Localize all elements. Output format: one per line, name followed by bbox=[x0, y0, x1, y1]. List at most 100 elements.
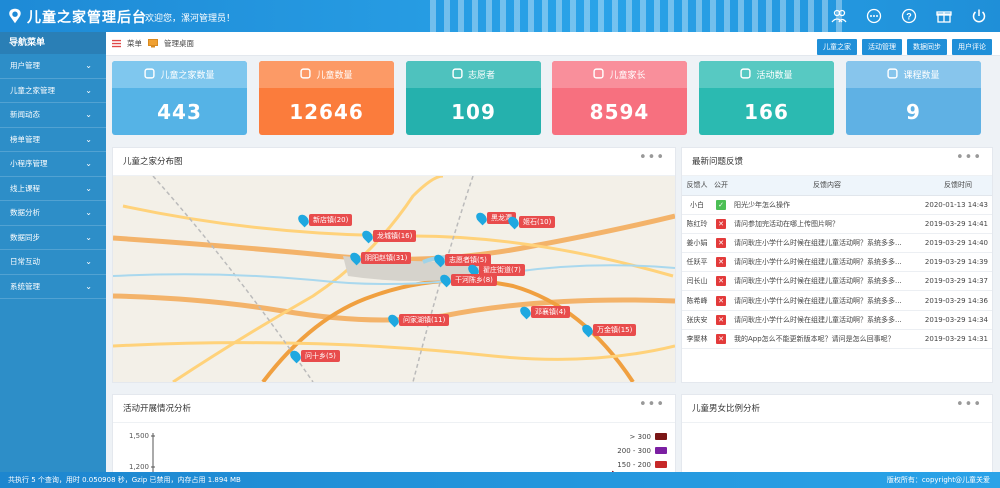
chevron-down-icon: ⌄ bbox=[85, 61, 92, 70]
more-icon[interactable]: ••• bbox=[956, 397, 982, 412]
sidebar-item[interactable]: 小程序管理 ⌄ bbox=[0, 152, 106, 177]
map-marker[interactable]: 问十乡(5) bbox=[288, 348, 340, 364]
chevron-down-icon: ⌄ bbox=[85, 208, 92, 217]
table-row[interactable]: 李聚林 ✕ 我的App怎么不能更新版本呢？请问是怎么回事呢？ 2019-03-29 1… bbox=[682, 329, 992, 350]
feedback-content[interactable]: 请问耿庄小学什么时候在组建儿童活动啊？系统多多... bbox=[730, 233, 924, 254]
sidebar-item[interactable]: 日常互动 ⌄ bbox=[0, 250, 106, 275]
column-header[interactable]: 公开 bbox=[712, 176, 730, 196]
feedback-user: 陈红玲 bbox=[682, 214, 712, 234]
toolbar-button[interactable]: 活动管理 bbox=[862, 39, 902, 55]
menu-icon[interactable] bbox=[112, 39, 121, 48]
feedback-time: 2019-03-29 14:34 bbox=[924, 310, 992, 330]
stat-card[interactable]: 儿童之家数量 443 bbox=[112, 61, 247, 135]
stat-label: 儿童之家数量 bbox=[160, 71, 215, 81]
chat-icon bbox=[452, 67, 463, 82]
chat-icon[interactable] bbox=[865, 7, 883, 25]
table-row[interactable]: 张庆安 ✕ 请问耿庄小学什么时候在组建儿童活动啊？系统多多... 2019-03-29… bbox=[682, 310, 992, 330]
map-marker-label: 万金镇(15) bbox=[593, 324, 637, 336]
map-marker[interactable]: 龙城镇(16) bbox=[360, 228, 417, 244]
app-title: 儿童之家管理后台 bbox=[27, 10, 147, 26]
feedback-panel-title: 最新问题反馈 bbox=[682, 148, 992, 176]
book-icon bbox=[887, 67, 899, 82]
stat-card[interactable]: 儿童家长 8594 bbox=[552, 61, 687, 135]
sidebar-item[interactable]: 数据分析 ⌄ bbox=[0, 201, 106, 226]
sidebar-item-label: 系统管理 bbox=[10, 281, 40, 291]
map-marker[interactable]: 问家湖镇(11) bbox=[386, 312, 450, 328]
table-row[interactable]: 小白 ✓ 阳光少年怎么操作 2020-01-13 14:43 bbox=[682, 195, 992, 215]
map-marker-label: 邓襄镇(4) bbox=[531, 306, 570, 318]
more-icon[interactable]: ••• bbox=[639, 397, 665, 412]
feedback-user: 李聚林 bbox=[682, 329, 712, 350]
breadcrumb-menu[interactable]: 菜单 bbox=[127, 38, 142, 49]
help-icon[interactable]: ? bbox=[900, 7, 918, 25]
map-marker-label: 问家湖镇(11) bbox=[399, 314, 450, 326]
chevron-down-icon: ⌄ bbox=[85, 232, 92, 242]
feedback-time: 2019-03-29 14:31 bbox=[924, 329, 992, 350]
map-marker-label: 新店镇(20) bbox=[309, 214, 353, 226]
sidebar-item-label: 小程序管理 bbox=[10, 159, 48, 168]
legend-label: 200 - 300 bbox=[617, 447, 651, 455]
sidebar-item[interactable]: 线上课程 ⌄ bbox=[0, 177, 106, 201]
distribution-map[interactable]: 新店镇(20) 黑龙潭 龙城镇(16) 姬石(10) 阴阳赵镇(31) 志愿者镇(5) 翟庄… bbox=[113, 176, 675, 382]
feedback-time: 2019-03-29 14:36 bbox=[924, 290, 992, 311]
feedback-content[interactable]: 阳光少年怎么操作 bbox=[730, 195, 924, 215]
stat-card[interactable]: 课程数量 9 bbox=[846, 61, 981, 135]
sidebar-item[interactable]: 数据同步 ⌄ bbox=[0, 226, 106, 250]
feedback-content[interactable]: 请问参加完活动在哪上传图片啊？ bbox=[730, 214, 924, 234]
stat-label: 儿童数量 bbox=[316, 71, 353, 81]
power-icon[interactable] bbox=[970, 7, 988, 25]
more-icon[interactable]: ••• bbox=[956, 150, 982, 165]
stat-value: 443 bbox=[157, 99, 202, 124]
table-row[interactable]: 陈红玲 ✕ 请问参加完活动在哪上传图片啊？ 2019-03-29 14:41 bbox=[682, 214, 992, 234]
toolbar-button[interactable]: 用户评论 bbox=[952, 39, 992, 55]
toolbar-button[interactable]: 数据同步 bbox=[907, 39, 947, 55]
table-row[interactable]: 姜小娟 ✕ 请问耿庄小学什么时候在组建儿童活动啊？系统多多... 2019-03-29… bbox=[682, 233, 992, 254]
sidebar-item-label: 新闻动态 bbox=[10, 110, 40, 119]
users-icon[interactable] bbox=[830, 7, 848, 25]
map-marker-label: 龙城镇(16) bbox=[373, 230, 417, 242]
sidebar-item[interactable]: 新闻动态 ⌄ bbox=[0, 103, 106, 128]
sidebar-item[interactable]: 用户管理 ⌄ bbox=[0, 54, 106, 79]
feedback-user: 小白 bbox=[682, 195, 712, 215]
stat-card[interactable]: 儿童数量 12646 bbox=[259, 61, 394, 135]
map-marker[interactable]: 阴阳赵镇(31) bbox=[348, 250, 412, 266]
map-marker[interactable]: 万金镇(15) bbox=[580, 322, 637, 338]
sidebar-item[interactable]: 儿童之家管理 ⌄ bbox=[0, 79, 106, 103]
map-marker[interactable]: 邓襄镇(4) bbox=[518, 304, 570, 320]
stat-value: 109 bbox=[451, 99, 496, 124]
column-header[interactable]: 反馈内容 bbox=[730, 176, 924, 196]
gift-icon[interactable] bbox=[935, 7, 953, 25]
gender-panel-title: 儿童男女比例分析 bbox=[682, 395, 992, 423]
chevron-down-icon: ⌄ bbox=[85, 183, 92, 193]
sidebar-item[interactable]: 系统管理 ⌄ bbox=[0, 275, 106, 299]
y-tick-label: 1,200 bbox=[129, 463, 149, 471]
map-marker[interactable]: 新店镇(20) bbox=[296, 212, 353, 228]
chevron-down-icon: ⌄ bbox=[85, 281, 92, 291]
stat-label: 课程数量 bbox=[903, 71, 940, 81]
table-row[interactable]: 任跃平 ✕ 请问耿庄小学什么时候在组建儿童活动啊？系统多多... 2019-03-29… bbox=[682, 252, 992, 273]
map-marker[interactable]: 姬石(10) bbox=[506, 214, 556, 230]
column-header[interactable]: 反馈人 bbox=[682, 176, 712, 196]
map-marker[interactable]: 干河陈乡(8) bbox=[438, 272, 497, 288]
sidebar-item-label: 榜单管理 bbox=[10, 134, 40, 144]
feedback-content[interactable]: 请问耿庄小学什么时候在组建儿童活动啊？系统多多... bbox=[730, 271, 924, 292]
stat-card[interactable]: 活动数量 166 bbox=[699, 61, 834, 135]
toolbar-button[interactable]: 儿童之家 bbox=[817, 39, 857, 55]
cross-icon: ✕ bbox=[716, 333, 726, 344]
feedback-user: 姜小娟 bbox=[682, 233, 712, 254]
y-tick-label: 1,500 bbox=[129, 432, 149, 440]
cross-icon: ✕ bbox=[716, 276, 726, 287]
top-header: 儿童之家管理后台 欢迎您，漯河管理员！ ? bbox=[0, 0, 1000, 32]
feedback-content[interactable]: 请问耿庄小学什么时候在组建儿童活动啊？系统多多... bbox=[730, 310, 924, 330]
table-row[interactable]: 陈希峰 ✕ 请问耿庄小学什么时候在组建儿童活动啊？系统多多... 2019-03-29… bbox=[682, 290, 992, 311]
stat-card[interactable]: 志愿者 109 bbox=[406, 61, 541, 135]
column-header[interactable]: 反馈时间 bbox=[924, 176, 992, 196]
map-marker-label: 问十乡(5) bbox=[301, 350, 340, 362]
table-row[interactable]: 闫长山 ✕ 请问耿庄小学什么时候在组建儿童活动啊？系统多多... 2019-03-29… bbox=[682, 271, 992, 292]
sidebar-item-label: 数据分析 bbox=[10, 208, 40, 217]
feedback-content[interactable]: 我的App怎么不能更新版本呢？请问是怎么回事呢？ bbox=[730, 329, 924, 350]
more-icon[interactable]: ••• bbox=[639, 150, 665, 165]
feedback-content[interactable]: 请问耿庄小学什么时候在组建儿童活动啊？系统多多... bbox=[730, 252, 924, 273]
sidebar-item[interactable]: 榜单管理 ⌄ bbox=[0, 128, 106, 152]
feedback-content[interactable]: 请问耿庄小学什么时候在组建儿童活动啊？系统多多... bbox=[730, 290, 924, 311]
